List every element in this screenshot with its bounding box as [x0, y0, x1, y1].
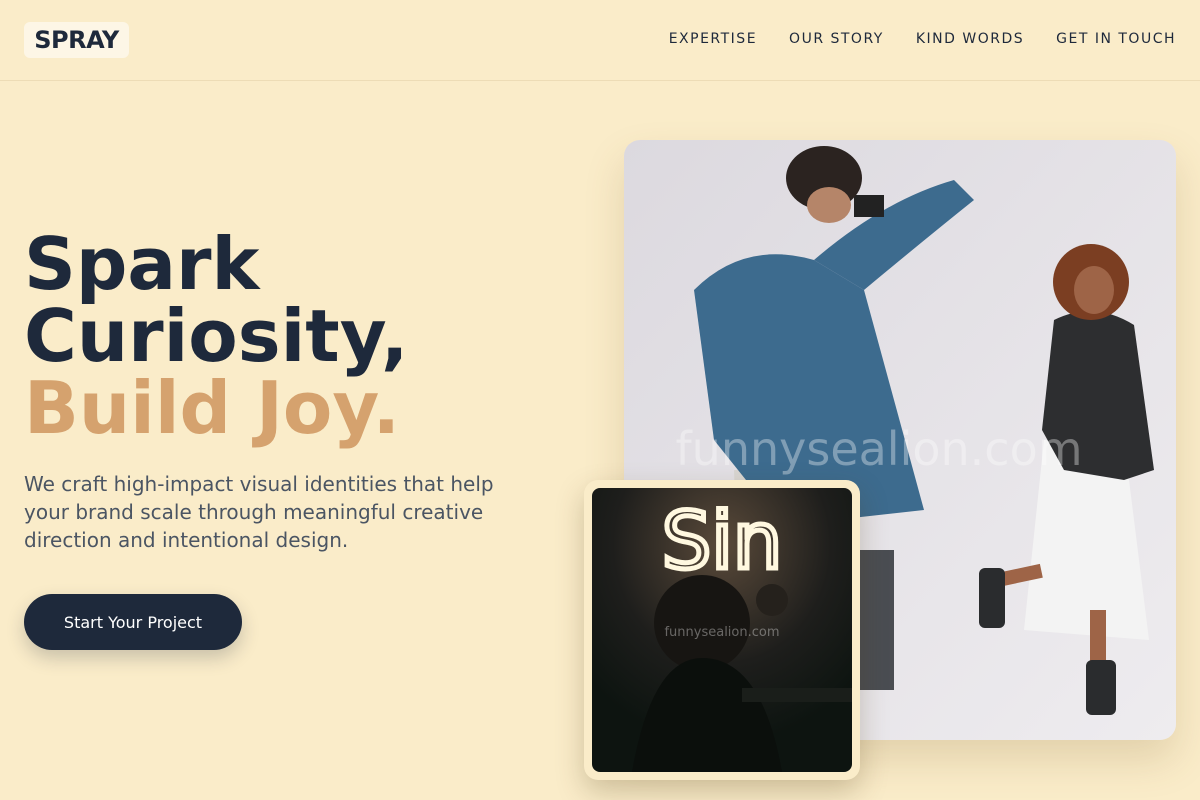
brand-logo[interactable]: SPRAY: [24, 22, 129, 58]
nav-link-expertise[interactable]: EXPERTISE: [669, 31, 757, 47]
main-photo-watermark: funnysealion.com: [675, 422, 1082, 476]
nav-link-get-in-touch[interactable]: GET IN TOUCH: [1056, 31, 1176, 47]
nav-link-our-story[interactable]: OUR STORY: [789, 31, 884, 47]
nav-link-kind-words[interactable]: KIND WORDS: [916, 31, 1024, 47]
inset-photo-neon: Sin funnysealion.com: [592, 488, 852, 772]
hero-title-accent: Build Joy.: [24, 366, 401, 450]
inset-photo-watermark: funnysealion.com: [664, 625, 779, 640]
start-project-button[interactable]: Start Your Project: [24, 594, 242, 650]
inset-photo-frame: Sin funnysealion.com: [584, 480, 860, 780]
hero-title-line-2: Curiosity,: [24, 294, 409, 378]
hero-title: Spark Curiosity, Build Joy.: [24, 228, 408, 444]
neon-photo-illustration: Sin funnysealion.com: [592, 488, 852, 772]
hero-title-line-1: Spark: [24, 222, 260, 306]
main-nav: EXPERTISE OUR STORY KIND WORDS GET IN TO…: [669, 31, 1176, 47]
neon-sign-text: Sin: [662, 497, 783, 587]
site-header: SPRAY EXPERTISE OUR STORY KIND WORDS GET…: [0, 0, 1200, 81]
hero-description: We craft high-impact visual identities t…: [24, 472, 494, 552]
